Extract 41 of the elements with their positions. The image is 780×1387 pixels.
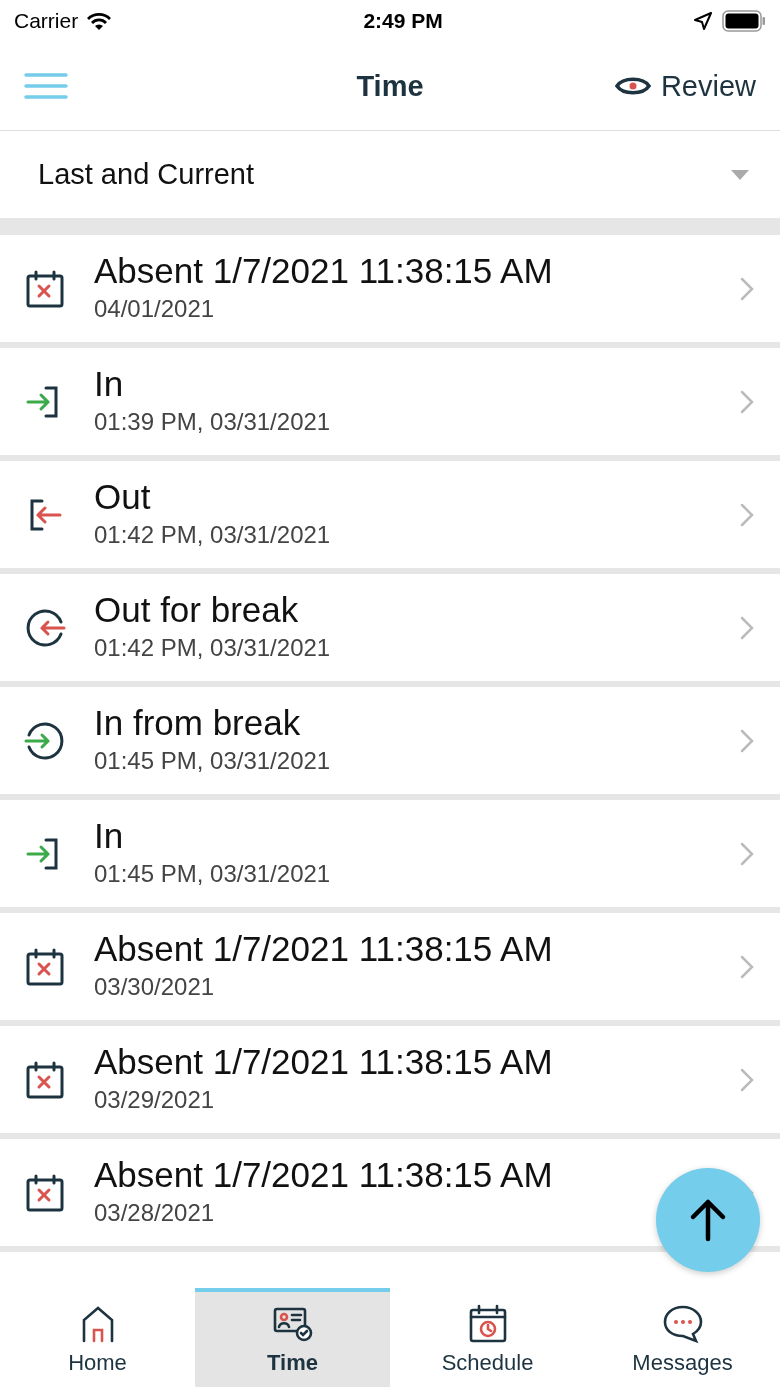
entry-title: Absent 1/7/2021 11:38:15 AM <box>94 929 554 969</box>
entry-title: Absent 1/7/2021 11:38:15 AM <box>94 251 554 291</box>
entry-date: 01:39 PM, 03/31/2021 <box>94 408 332 436</box>
clock-time: 2:49 PM <box>363 9 443 33</box>
battery-icon <box>722 10 766 32</box>
chevron-right-icon <box>740 389 754 414</box>
chevron-right-icon <box>740 841 754 866</box>
chevron-right-icon <box>740 615 754 640</box>
review-button[interactable]: Review <box>614 69 756 103</box>
entry-date: 01:45 PM, 03/31/2021 <box>94 860 332 888</box>
dropdown-caret-icon <box>730 168 750 181</box>
entry-date: 01:45 PM, 03/31/2021 <box>94 747 332 775</box>
entry-title: Absent 1/7/2021 11:38:15 AM <box>94 1042 554 1082</box>
entry-date: 03/28/2021 <box>94 1199 216 1227</box>
arrow-up-icon <box>688 1198 728 1242</box>
entry-title: In from break <box>94 703 302 743</box>
chevron-right-icon <box>740 1067 754 1092</box>
chevron-right-icon <box>740 502 754 527</box>
chat-bubble-icon <box>661 1303 704 1344</box>
location-arrow-icon <box>694 12 712 30</box>
entry-date: 01:42 PM, 03/31/2021 <box>94 521 332 549</box>
page-title: Time <box>356 69 424 103</box>
eye-icon <box>614 75 651 97</box>
tab-bar-item[interactable]: Time <box>195 1288 390 1387</box>
entry-title: Out <box>94 477 152 517</box>
chevron-right-icon <box>740 276 754 301</box>
entry-title: Out for break <box>94 590 300 630</box>
entry-title: In <box>94 816 125 856</box>
clock-arrow-left-icon <box>24 606 66 649</box>
entry-date: 01:42 PM, 03/31/2021 <box>94 634 332 662</box>
clock-arrow-right-icon <box>24 719 66 762</box>
entry-title: In <box>94 364 125 404</box>
chevron-right-icon <box>740 954 754 979</box>
carrier-label: Carrier <box>14 9 79 33</box>
wifi-icon <box>86 11 113 31</box>
entry-date: 03/30/2021 <box>94 973 216 1001</box>
entry-date: 03/29/2021 <box>94 1086 216 1114</box>
menu-icon <box>24 72 68 100</box>
chevron-right-icon <box>740 728 754 753</box>
entry-title: Absent 1/7/2021 11:38:15 AM <box>94 1155 554 1195</box>
entry-date: 04/01/2021 <box>94 295 216 323</box>
